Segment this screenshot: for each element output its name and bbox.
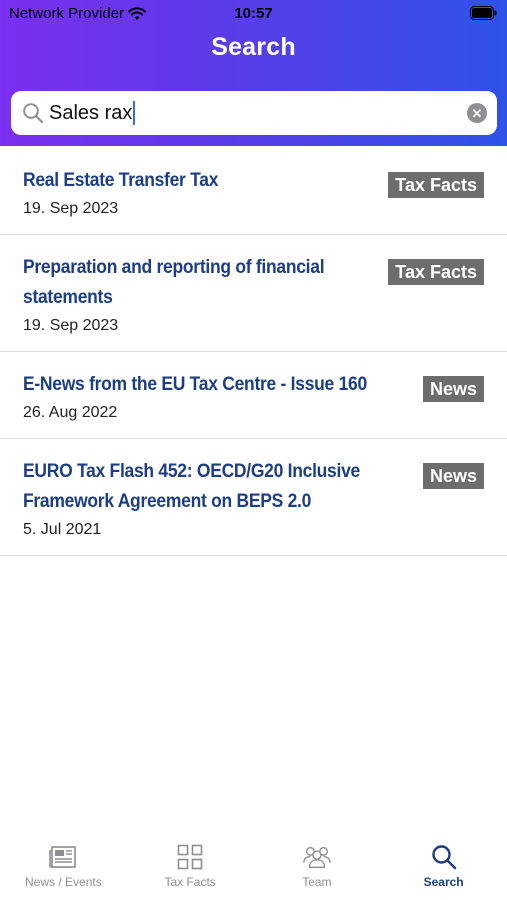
category-badge: News bbox=[422, 376, 484, 402]
text-caret bbox=[133, 101, 136, 125]
newspaper-icon bbox=[48, 842, 78, 872]
category-badge: Tax Facts bbox=[388, 172, 484, 198]
list-item[interactable]: Preparation and reporting of financial s… bbox=[0, 235, 507, 352]
list-item[interactable]: EURO Tax Flash 452: OECD/G20 Inclusive F… bbox=[0, 439, 507, 556]
close-icon: ✕ bbox=[471, 105, 483, 121]
list-item[interactable]: Real Estate Transfer Tax 19. Sep 2023 Ta… bbox=[0, 148, 507, 235]
tab-bar: News / Events Tax Facts Team Search bbox=[0, 838, 507, 900]
result-date: 26. Aug 2022 bbox=[23, 404, 118, 421]
search-input-value: Sales rax bbox=[49, 101, 133, 124]
battery-icon bbox=[470, 6, 497, 20]
status-time: 10:57 bbox=[234, 5, 273, 22]
tab-tax-facts[interactable]: Tax Facts bbox=[127, 838, 254, 900]
header: Network Provider 10:57 Search Sales rax bbox=[0, 0, 507, 146]
search-input[interactable]: Sales rax bbox=[49, 91, 459, 135]
tab-team[interactable]: Team bbox=[254, 838, 381, 900]
search-icon bbox=[23, 103, 44, 124]
result-title: Preparation and reporting of financial s… bbox=[23, 257, 325, 308]
search-icon bbox=[429, 842, 459, 872]
page-title: Search bbox=[211, 33, 296, 61]
results-list: Real Estate Transfer Tax 19. Sep 2023 Ta… bbox=[0, 148, 507, 556]
tab-search[interactable]: Search bbox=[380, 838, 507, 900]
grid-icon bbox=[175, 842, 205, 872]
result-title: E-News from the EU Tax Centre - Issue 16… bbox=[23, 374, 367, 395]
status-right bbox=[470, 6, 498, 24]
team-icon bbox=[302, 842, 332, 872]
tab-label: Team bbox=[302, 875, 332, 889]
tab-label: Search bbox=[423, 875, 464, 889]
tab-label: Tax Facts bbox=[164, 875, 216, 889]
search-bar[interactable]: Sales rax ✕ bbox=[11, 91, 497, 135]
result-date: 19. Sep 2023 bbox=[23, 200, 119, 217]
tab-news-events[interactable]: News / Events bbox=[0, 838, 127, 900]
status-bar: Network Provider 10:57 bbox=[0, 0, 507, 28]
tab-label: News / Events bbox=[25, 875, 102, 889]
clear-search-button[interactable]: ✕ bbox=[467, 103, 487, 123]
result-title: EURO Tax Flash 452: OECD/G20 Inclusive F… bbox=[23, 461, 360, 512]
result-date: 19. Sep 2023 bbox=[23, 317, 119, 334]
category-badge: Tax Facts bbox=[388, 259, 484, 285]
list-item[interactable]: E-News from the EU Tax Centre - Issue 16… bbox=[0, 352, 507, 439]
result-date: 5. Jul 2021 bbox=[23, 521, 102, 538]
result-title: Real Estate Transfer Tax bbox=[23, 170, 219, 191]
category-badge: News bbox=[422, 463, 484, 489]
